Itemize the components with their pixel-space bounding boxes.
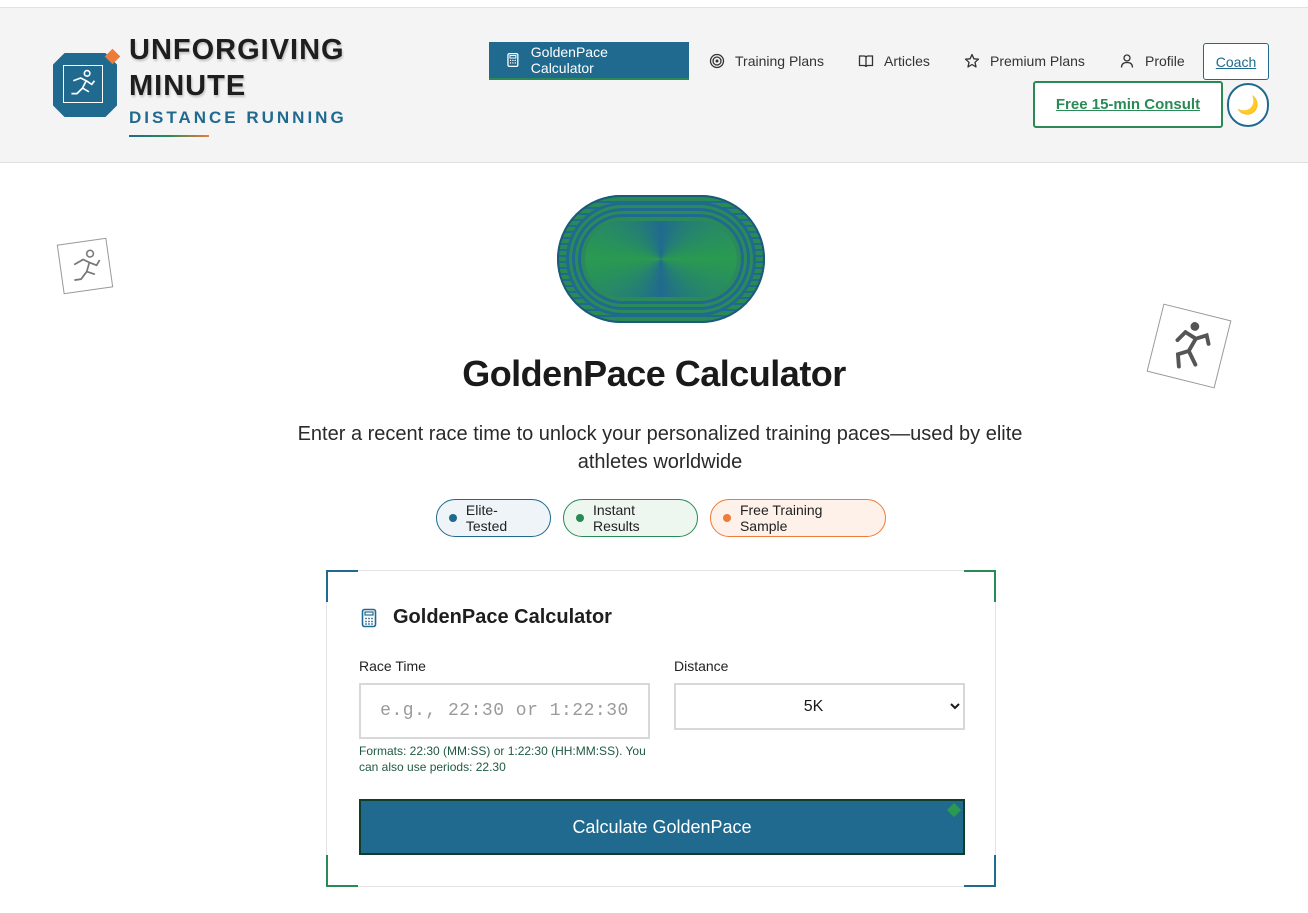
corner-accent bbox=[326, 855, 358, 887]
star-icon bbox=[964, 53, 980, 68]
calculator-title-text: GoldenPace Calculator bbox=[393, 606, 612, 628]
nav-item-label: Premium Plans bbox=[990, 53, 1085, 69]
book-icon bbox=[858, 55, 874, 68]
corner-accent bbox=[326, 570, 358, 602]
button-accent-diamond bbox=[946, 802, 962, 818]
badge-instant-results: Instant Results bbox=[563, 499, 698, 537]
moon-icon: 🌙 bbox=[1236, 94, 1260, 115]
badge-dot bbox=[723, 514, 731, 522]
floating-runner-icon bbox=[56, 237, 114, 295]
dark-mode-toggle[interactable]: 🌙 bbox=[1227, 83, 1269, 127]
coach-button[interactable]: Coach bbox=[1203, 43, 1269, 80]
brand-underline bbox=[129, 135, 209, 137]
brand-subtitle: DISTANCE RUNNING bbox=[129, 108, 347, 127]
track-logo bbox=[557, 195, 765, 323]
race-time-hint: Formats: 22:30 (MM:SS) or 1:22:30 (HH:MM… bbox=[359, 744, 646, 774]
badge-elite-tested: Elite-Tested bbox=[436, 499, 551, 537]
nav-item-goldenpace-calculator[interactable]: GoldenPace Calculator bbox=[489, 42, 689, 80]
badge-label: Free Training Sample bbox=[739, 502, 823, 534]
corner-accent bbox=[964, 855, 996, 887]
page-title: GoldenPace Calculator bbox=[462, 353, 846, 394]
nav-item-training-plans[interactable]: Training Plans bbox=[693, 42, 840, 80]
race-time-label: Race Time bbox=[359, 658, 426, 674]
runner-logo-icon bbox=[63, 65, 103, 103]
user-icon bbox=[1120, 54, 1134, 68]
calculator-title: GoldenPace Calculator bbox=[359, 606, 612, 629]
free-consult-button[interactable]: Free 15-min Consult bbox=[1033, 81, 1223, 128]
badge-dot bbox=[576, 514, 584, 522]
nav-item-articles[interactable]: Articles bbox=[842, 42, 946, 80]
nav-item-profile[interactable]: Profile bbox=[1103, 42, 1201, 80]
brand-title-line1: UNFORGIVING bbox=[129, 34, 345, 66]
site-header: UNFORGIVING MINUTE DISTANCE RUNNING Gold… bbox=[0, 8, 1308, 163]
brand-title[interactable]: UNFORGIVING MINUTE bbox=[129, 32, 345, 104]
corner-accent bbox=[964, 570, 996, 602]
nav-item-label: Profile bbox=[1145, 53, 1185, 69]
nav-item-label: Articles bbox=[884, 53, 930, 69]
top-border bbox=[0, 0, 1308, 8]
track-center bbox=[585, 221, 737, 297]
distance-label: Distance bbox=[674, 658, 729, 674]
calculator-icon bbox=[507, 52, 519, 68]
brand-title-line2: MINUTE bbox=[129, 70, 247, 102]
badge-dot bbox=[449, 514, 457, 522]
calculator-icon bbox=[361, 608, 377, 627]
badge-label: Elite-Tested bbox=[465, 502, 508, 534]
target-icon bbox=[709, 53, 725, 69]
nav-item-label: GoldenPace Calculator bbox=[530, 44, 608, 76]
calculate-button-label: Calculate GoldenPace bbox=[572, 816, 752, 837]
calculate-goldenpace-button[interactable]: Calculate GoldenPace bbox=[359, 799, 965, 855]
logo-badge[interactable] bbox=[53, 53, 117, 117]
badge-free-training-sample: Free Training Sample bbox=[710, 499, 886, 537]
calculator-card: GoldenPace Calculator Race Time Formats:… bbox=[326, 570, 996, 887]
page-description: Enter a recent race time to unlock your … bbox=[297, 423, 1023, 473]
nav-item-premium-plans[interactable]: Premium Plans bbox=[948, 42, 1101, 80]
nav-item-label: Training Plans bbox=[735, 53, 824, 69]
race-time-input[interactable] bbox=[359, 683, 650, 739]
badge-label: Instant Results bbox=[592, 502, 640, 534]
distance-select[interactable]: 5K bbox=[674, 683, 965, 730]
